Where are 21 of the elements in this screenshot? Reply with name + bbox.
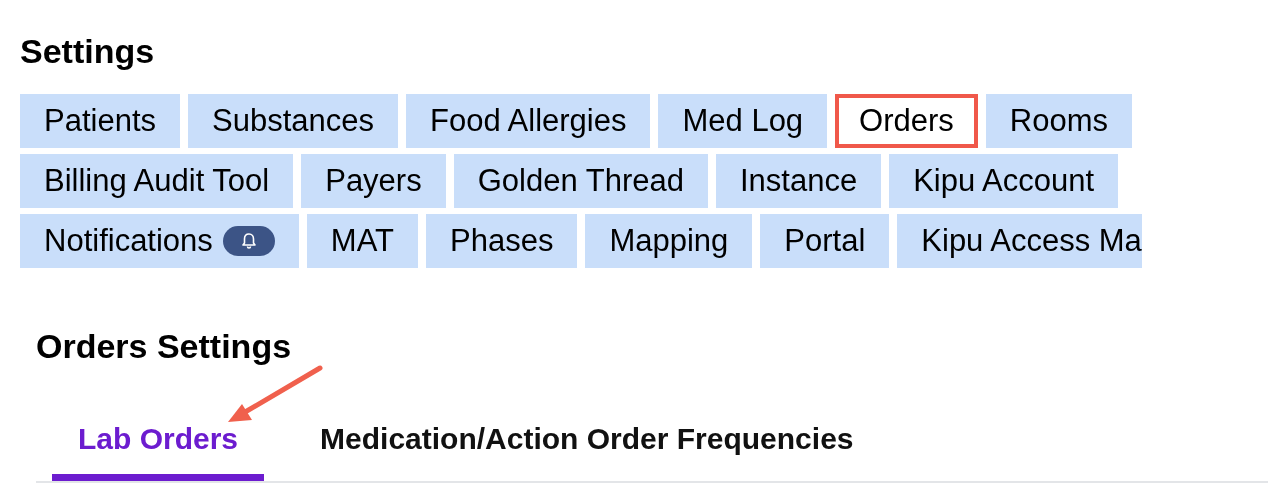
settings-tab[interactable]: Substances — [188, 94, 398, 148]
settings-tab[interactable]: Med Log — [658, 94, 828, 148]
settings-tab[interactable]: Mapping — [585, 214, 753, 268]
sub-tab[interactable]: Medication/Action Order Frequencies — [294, 410, 880, 481]
settings-tab[interactable]: Golden Thread — [453, 154, 708, 208]
settings-tab[interactable]: Instance — [715, 154, 882, 208]
settings-tab[interactable]: Kipu Access Ma — [897, 214, 1142, 268]
settings-tab[interactable]: Notifications — [20, 214, 299, 268]
settings-tab[interactable]: Billing Audit Tool — [20, 154, 294, 208]
settings-tab[interactable]: Payers — [301, 154, 446, 208]
settings-tab[interactable]: Orders — [835, 94, 978, 148]
bell-icon — [222, 226, 275, 256]
section-title: Orders Settings — [36, 326, 293, 367]
page-title: Settings — [20, 31, 156, 72]
settings-tab[interactable]: Food Allergies — [406, 94, 651, 148]
settings-tab[interactable]: Rooms — [985, 94, 1133, 148]
settings-tab[interactable]: Patients — [20, 94, 180, 148]
settings-tab[interactable]: MAT — [306, 214, 418, 268]
settings-tab[interactable]: Kipu Account — [889, 154, 1119, 208]
settings-tab[interactable]: Portal — [760, 214, 890, 268]
settings-tab[interactable]: Phases — [426, 214, 578, 268]
